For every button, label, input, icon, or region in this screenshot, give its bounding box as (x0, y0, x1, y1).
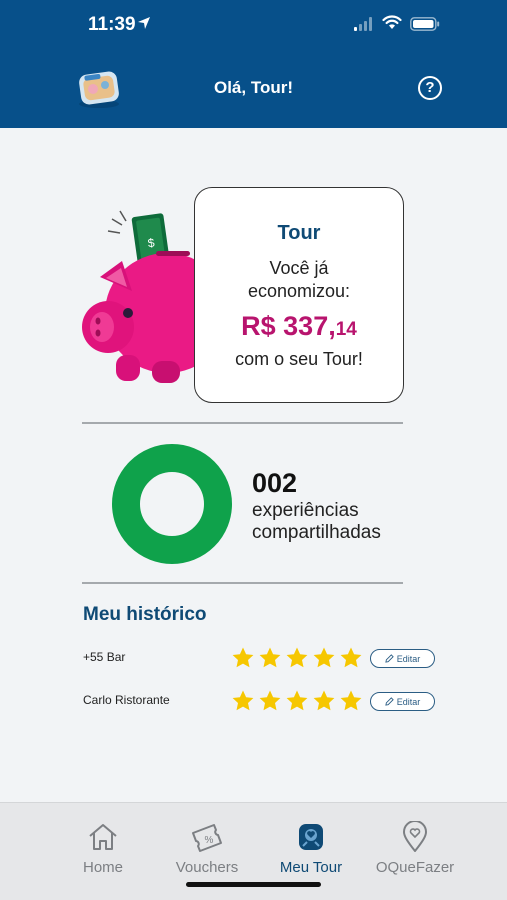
star-icon[interactable] (285, 646, 309, 670)
tab-vouchers-label: Vouchers (175, 859, 239, 876)
history-title: Meu histórico (83, 604, 207, 625)
cellular-signal-icon (354, 17, 372, 31)
star-icon[interactable] (312, 689, 336, 713)
app-header: 11:39 Olá, Tour! ? (0, 0, 507, 128)
experiences-label: experiências compartilhadas (252, 500, 381, 544)
experiences-label-line2: compartilhadas (252, 522, 381, 543)
star-icon[interactable] (258, 689, 282, 713)
savings-text-line1: Você já (269, 258, 329, 278)
star-icon[interactable] (312, 646, 336, 670)
divider (82, 582, 403, 584)
location-arrow-icon (138, 17, 150, 29)
edit-button-label: Editar (396, 653, 421, 664)
svg-text:%: % (205, 835, 214, 846)
divider (82, 422, 403, 424)
home-indicator (186, 882, 321, 887)
edit-button[interactable]: Editar (370, 649, 435, 668)
savings-amount-main: R$ 337, (241, 311, 336, 341)
home-icon (89, 824, 117, 850)
history-place-name: Carlo Ristorante (83, 693, 170, 707)
tab-oquefazer-label: OQueFazer (375, 859, 455, 876)
tab-oquefazer[interactable]: OQueFazer (360, 821, 470, 876)
savings-text-line2: economizou: (247, 281, 351, 301)
star-icon[interactable] (258, 646, 282, 670)
star-icon[interactable] (285, 689, 309, 713)
pencil-icon (385, 697, 394, 706)
star-icon[interactable] (339, 689, 363, 713)
tab-home-label: Home (82, 859, 123, 876)
edit-button-label: Editar (396, 696, 421, 707)
wifi-icon (382, 15, 402, 29)
tab-vouchers[interactable]: % Vouchers (152, 821, 262, 876)
experiences-ring (112, 444, 232, 564)
history-place-name: +55 Bar (83, 650, 126, 664)
star-icon[interactable] (231, 646, 255, 670)
pencil-icon (385, 654, 394, 663)
star-icon[interactable] (231, 689, 255, 713)
edit-button[interactable]: Editar (370, 692, 435, 711)
savings-card-title: Tour (277, 222, 321, 244)
savings-footer: com o seu Tour! (235, 349, 363, 369)
savings-card: Tour Você já economizou: R$ 337,14 com o… (194, 187, 404, 403)
battery-icon (410, 17, 440, 31)
status-time: 11:39 (88, 14, 136, 35)
star-icon[interactable] (339, 646, 363, 670)
help-button[interactable]: ? (418, 76, 442, 100)
savings-amount: R$ 337,14 (195, 311, 403, 342)
tab-home[interactable]: Home (48, 821, 158, 876)
location-icon (403, 821, 427, 852)
voucher-icon: % (192, 824, 222, 852)
rating-stars[interactable] (231, 689, 363, 713)
history-item: Carlo Ristorante Editar (83, 689, 443, 715)
tab-meu-tour-label: Meu Tour (279, 859, 343, 876)
tab-meu-tour[interactable]: Meu Tour (256, 821, 366, 876)
experiences-label-line1: experiências (252, 500, 359, 521)
meu-tour-icon (299, 824, 323, 850)
rating-stars[interactable] (231, 646, 363, 670)
history-item: +55 Bar Editar (83, 646, 443, 672)
savings-amount-cents: 14 (335, 319, 357, 340)
experiences-count: 002 (252, 468, 298, 498)
